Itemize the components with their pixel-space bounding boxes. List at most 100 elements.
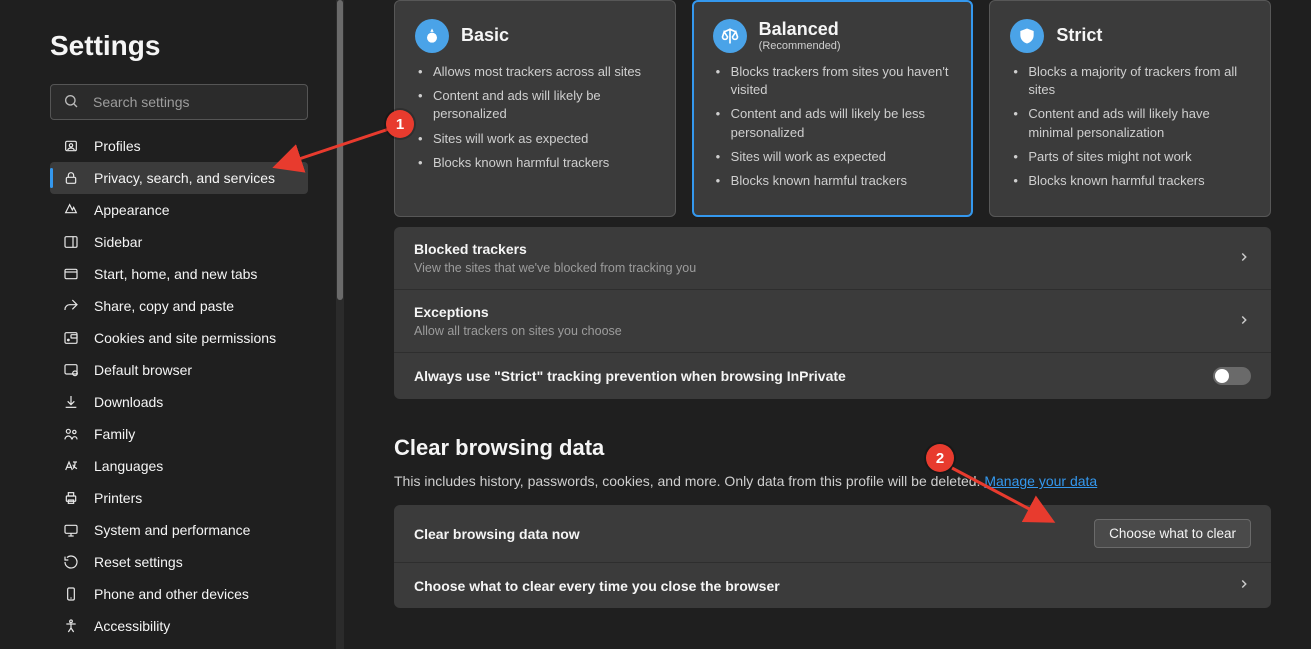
system-icon (62, 521, 80, 539)
sidebar-item-label: Appearance (94, 202, 170, 218)
sidebar-item-privacy[interactable]: Privacy, search, and services (50, 162, 308, 194)
annotation-badge-1: 1 (386, 110, 414, 138)
sidebar-item-about[interactable]: About Microsoft Edge (50, 642, 308, 649)
sidebar-item-reset[interactable]: Reset settings (50, 546, 308, 578)
row-sub: Allow all trackers on sites you choose (414, 324, 622, 338)
row-title: Always use "Strict" tracking prevention … (414, 368, 846, 384)
main-content: Basic Allows most trackers across all si… (344, 0, 1311, 649)
languages-icon (62, 457, 80, 475)
sidebar-item-appearance[interactable]: Appearance (50, 194, 308, 226)
manage-your-data-link[interactable]: Manage your data (984, 473, 1097, 489)
card-bullet: Content and ads will likely be less pers… (713, 105, 953, 141)
sidebar-item-accessibility[interactable]: Accessibility (50, 610, 308, 642)
clear-on-close-row[interactable]: Choose what to clear every time you clos… (394, 563, 1271, 608)
row-title: Clear browsing data now (414, 526, 580, 542)
accessibility-icon (62, 617, 80, 635)
download-icon (62, 393, 80, 411)
chevron-right-icon (1237, 313, 1251, 330)
printer-icon (62, 489, 80, 507)
card-bullet: Blocks a majority of trackers from all s… (1010, 63, 1250, 99)
phone-icon (62, 585, 80, 603)
card-bullet: Parts of sites might not work (1010, 148, 1250, 166)
tracking-prevention-cards: Basic Allows most trackers across all si… (394, 0, 1271, 217)
settings-nav: Profiles Privacy, search, and services A… (50, 130, 308, 649)
sidebar-item-sidebar[interactable]: Sidebar (50, 226, 308, 258)
sidebar-scrollbar[interactable] (336, 0, 344, 649)
clear-now-row: Clear browsing data now Choose what to c… (394, 505, 1271, 563)
card-bullet: Content and ads will likely be personali… (415, 87, 655, 123)
sidebar-container: Settings Profiles Privacy, search, and s… (0, 0, 344, 649)
sidebar-item-start[interactable]: Start, home, and new tabs (50, 258, 308, 290)
row-title: Exceptions (414, 304, 622, 320)
chevron-right-icon (1237, 250, 1251, 267)
strict-inprivate-row: Always use "Strict" tracking prevention … (394, 353, 1271, 399)
card-bullet: Content and ads will likely have minimal… (1010, 105, 1250, 141)
cookies-icon (62, 329, 80, 347)
sidebar-icon (62, 233, 80, 251)
choose-what-to-clear-button[interactable]: Choose what to clear (1094, 519, 1251, 548)
exceptions-row[interactable]: Exceptions Allow all trackers on sites y… (394, 290, 1271, 353)
sidebar-item-label: Default browser (94, 362, 192, 378)
sidebar-item-downloads[interactable]: Downloads (50, 386, 308, 418)
sidebar-item-label: Printers (94, 490, 142, 506)
card-bullet: Blocks trackers from sites you haven't v… (713, 63, 953, 99)
row-title: Blocked trackers (414, 241, 696, 257)
sidebar-scrollbar-thumb[interactable] (337, 0, 343, 300)
family-icon (62, 425, 80, 443)
card-title: Balanced (759, 20, 841, 40)
search-settings-input[interactable] (50, 84, 308, 120)
sidebar-item-label: Downloads (94, 394, 163, 410)
sidebar-item-label: Reset settings (94, 554, 183, 570)
tab-icon (62, 265, 80, 283)
tracking-card-balanced[interactable]: Balanced (Recommended) Blocks trackers f… (692, 0, 974, 217)
search-icon (63, 93, 91, 112)
basic-icon (415, 19, 449, 53)
strict-icon (1010, 19, 1044, 53)
card-title: Strict (1056, 26, 1102, 46)
sidebar-item-share[interactable]: Share, copy and paste (50, 290, 308, 322)
sidebar-item-profiles[interactable]: Profiles (50, 130, 308, 162)
strict-inprivate-toggle[interactable] (1213, 367, 1251, 385)
sidebar-item-phone[interactable]: Phone and other devices (50, 578, 308, 610)
page-title: Settings (50, 30, 336, 62)
blocked-trackers-row[interactable]: Blocked trackers View the sites that we'… (394, 227, 1271, 290)
card-bullet: Blocks known harmful trackers (713, 172, 953, 190)
clear-data-desc: This includes history, passwords, cookie… (394, 473, 1271, 489)
annotation-badge-2: 2 (926, 444, 954, 472)
sidebar-item-label: System and performance (94, 522, 250, 538)
sidebar-item-label: Accessibility (94, 618, 170, 634)
card-bullet: Blocks known harmful trackers (415, 154, 655, 172)
sidebar-item-printers[interactable]: Printers (50, 482, 308, 514)
appearance-icon (62, 201, 80, 219)
search-input-field[interactable] (91, 93, 295, 111)
share-icon (62, 297, 80, 315)
lock-icon (62, 169, 80, 187)
clear-data-heading: Clear browsing data (394, 435, 1271, 461)
sidebar-item-label: Cookies and site permissions (94, 330, 276, 346)
card-bullet: Sites will work as expected (415, 130, 655, 148)
sidebar-item-label: Start, home, and new tabs (94, 266, 257, 282)
tracking-card-basic[interactable]: Basic Allows most trackers across all si… (394, 0, 676, 217)
sidebar-item-label: Share, copy and paste (94, 298, 234, 314)
profile-icon (62, 137, 80, 155)
row-title: Choose what to clear every time you clos… (414, 578, 780, 594)
sidebar-item-label: Family (94, 426, 135, 442)
sidebar-item-system[interactable]: System and performance (50, 514, 308, 546)
card-bullet: Allows most trackers across all sites (415, 63, 655, 81)
card-bullet: Sites will work as expected (713, 148, 953, 166)
sidebar-item-label: Languages (94, 458, 163, 474)
sidebar-item-default-browser[interactable]: Default browser (50, 354, 308, 386)
sidebar-item-label: Phone and other devices (94, 586, 249, 602)
clear-data-group: Clear browsing data now Choose what to c… (394, 505, 1271, 608)
card-bullet: Blocks known harmful trackers (1010, 172, 1250, 190)
sidebar-item-label: Privacy, search, and services (94, 170, 275, 186)
row-sub: View the sites that we've blocked from t… (414, 261, 696, 275)
tracking-card-strict[interactable]: Strict Blocks a majority of trackers fro… (989, 0, 1271, 217)
sidebar-item-languages[interactable]: Languages (50, 450, 308, 482)
sidebar-item-label: Profiles (94, 138, 141, 154)
chevron-right-icon (1237, 577, 1251, 594)
sidebar-item-label: Sidebar (94, 234, 142, 250)
sidebar-item-family[interactable]: Family (50, 418, 308, 450)
sidebar-item-cookies[interactable]: Cookies and site permissions (50, 322, 308, 354)
browser-icon (62, 361, 80, 379)
